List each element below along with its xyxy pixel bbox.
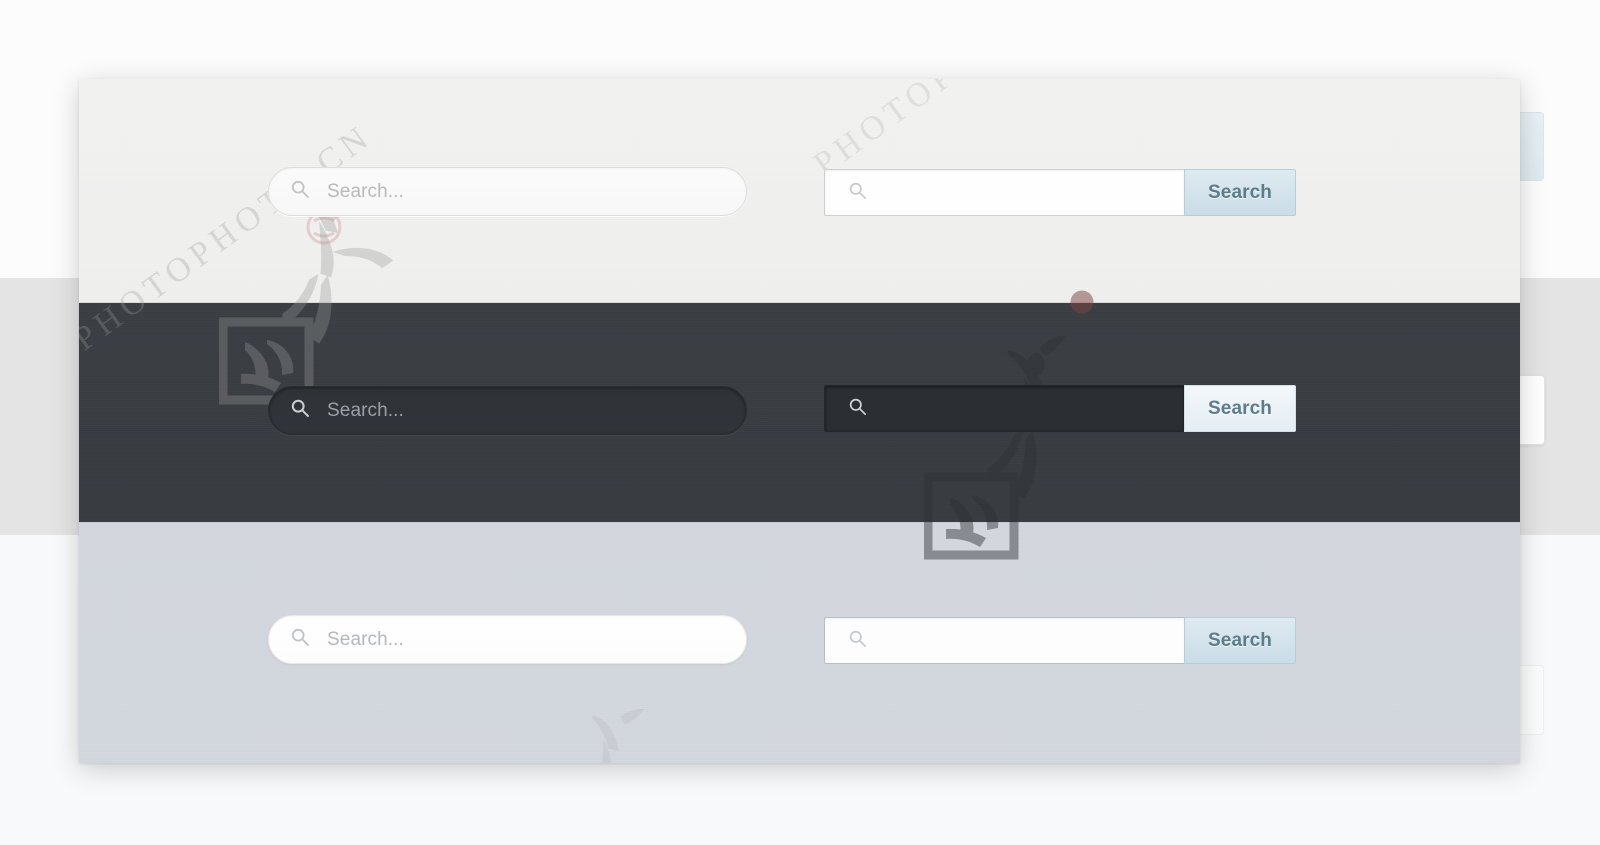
pill-search-input-dark[interactable]: Search... bbox=[268, 386, 747, 435]
boxed-search-input-dark[interactable] bbox=[824, 385, 1184, 432]
search-icon bbox=[848, 181, 867, 205]
search-icon bbox=[848, 397, 867, 421]
boxed-search-light-wrap: Search bbox=[824, 169, 1296, 216]
search-row-light: Search... Search bbox=[79, 79, 1520, 303]
pill-search-light-wrap: Search... bbox=[268, 167, 747, 216]
pill-search-dark-wrap: Search... bbox=[268, 386, 747, 435]
boxed-search-dark-wrap: Search bbox=[824, 385, 1296, 432]
search-row-dark: Search... Search bbox=[79, 303, 1520, 523]
search-icon bbox=[290, 179, 310, 204]
search-icon bbox=[290, 627, 310, 652]
search-button-dark[interactable]: Search bbox=[1184, 385, 1296, 432]
pill-search-placeholder-bluegray: Search... bbox=[327, 628, 404, 650]
search-row-bluegray: Search... Search bbox=[79, 523, 1520, 763]
pill-search-placeholder-dark: Search... bbox=[327, 399, 404, 421]
search-bar-showcase-panel: Search... Search Search... Search Search… bbox=[79, 79, 1520, 763]
search-icon bbox=[290, 398, 310, 423]
pill-search-input-bluegray[interactable]: Search... bbox=[268, 615, 747, 664]
pill-search-placeholder-light: Search... bbox=[327, 180, 404, 202]
boxed-search-input-bluegray[interactable] bbox=[824, 617, 1184, 664]
pill-search-input-light[interactable]: Search... bbox=[268, 167, 747, 216]
search-icon bbox=[848, 629, 867, 653]
search-button-light[interactable]: Search bbox=[1184, 169, 1296, 216]
pill-search-bluegray-wrap: Search... bbox=[268, 615, 747, 664]
boxed-search-bluegray-wrap: Search bbox=[824, 617, 1296, 664]
boxed-search-input-light[interactable] bbox=[824, 169, 1184, 216]
search-button-bluegray[interactable]: Search bbox=[1184, 617, 1296, 664]
